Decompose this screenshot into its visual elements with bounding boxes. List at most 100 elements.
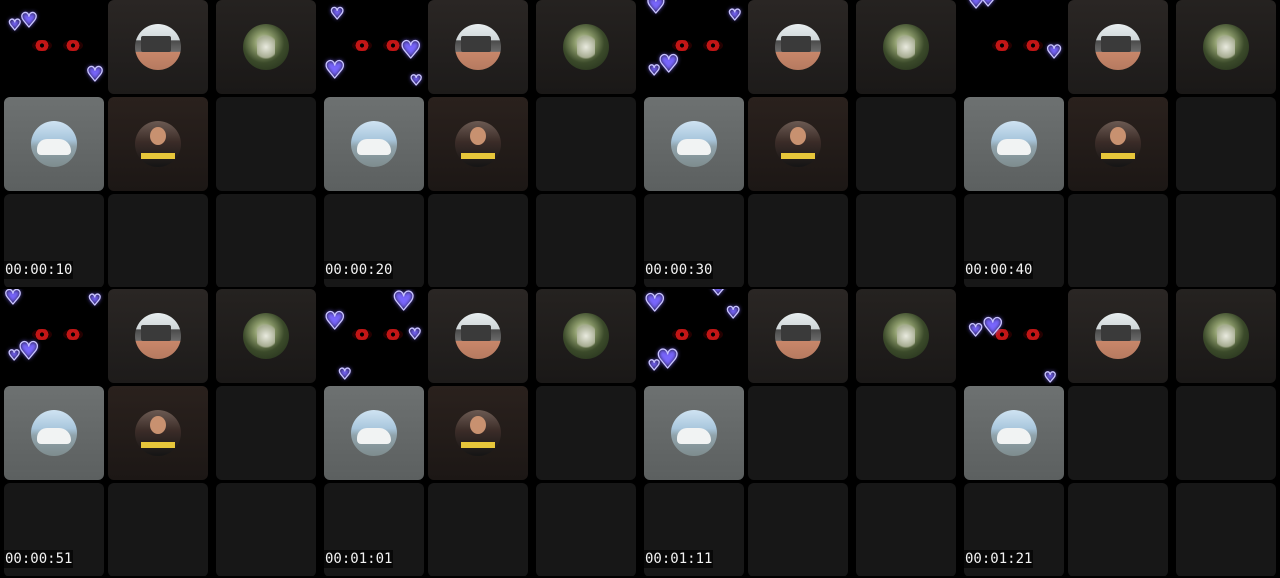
- red-eyes-icon: [992, 40, 1044, 52]
- red-eyes-icon: [32, 40, 84, 52]
- participant-tile-car[interactable]: [324, 97, 424, 191]
- avatar: [455, 121, 501, 167]
- heart-icon: ♥: [3, 289, 22, 309]
- avatar: [243, 313, 289, 359]
- avatar: [1203, 24, 1249, 70]
- heart-icon: ♥: [967, 321, 984, 341]
- participant-tile-man[interactable]: [428, 97, 528, 191]
- participant-tile-truck[interactable]: [1068, 0, 1168, 94]
- heart-icon: ♥: [643, 289, 666, 317]
- participant-tile-car[interactable]: [4, 97, 104, 191]
- empty-tile: [536, 483, 636, 576]
- timestamp: 00:01:01: [324, 550, 394, 568]
- avatar: [455, 313, 501, 359]
- participant-tile-truck[interactable]: [748, 0, 848, 94]
- avatar: [31, 121, 77, 167]
- participant-tile-truck[interactable]: [1068, 289, 1168, 383]
- empty-tile: [108, 483, 208, 576]
- participant-tile-car[interactable]: [644, 97, 744, 191]
- participant-tile-plant[interactable]: [216, 289, 316, 383]
- avatar: [775, 313, 821, 359]
- empty-tile: [748, 194, 848, 287]
- participant-tile-man[interactable]: [108, 97, 208, 191]
- heart-icon: ♥: [981, 313, 1004, 341]
- heart-icon: ♥: [647, 358, 661, 374]
- eyes-tile: ♥ ♥ ♥ ♥: [323, 289, 424, 383]
- participant-tile-car[interactable]: [964, 97, 1064, 191]
- heart-icon: ♥: [323, 307, 346, 335]
- empty-tile: [1068, 386, 1168, 480]
- participant-tile-truck[interactable]: [108, 0, 208, 94]
- empty-tile: [216, 194, 316, 287]
- participant-tile-car[interactable]: [4, 386, 104, 480]
- heart-icon: ♥: [1043, 370, 1057, 386]
- empty-tile: [1176, 194, 1276, 287]
- heart-icon: ♥: [391, 289, 416, 317]
- participant-tile-man[interactable]: [108, 386, 208, 480]
- empty-tile: [856, 194, 956, 287]
- heart-icon: ♥: [329, 4, 345, 23]
- heart-icon: ♥: [709, 289, 727, 300]
- participant-tile-plant[interactable]: [216, 0, 316, 94]
- participant-tile-plant[interactable]: [1176, 289, 1276, 383]
- participant-tile-plant[interactable]: [536, 289, 636, 383]
- participant-tile-plant[interactable]: [856, 289, 956, 383]
- heart-icon: ♥: [7, 16, 22, 34]
- avatar: [883, 313, 929, 359]
- eyes-tile: ♥ ♥ ♥: [964, 289, 1064, 386]
- avatar: [351, 121, 397, 167]
- timestamp: 00:01:11: [644, 550, 714, 568]
- heart-icon: ♥: [1045, 42, 1063, 63]
- frame-8: ♥ ♥ ♥ 00:01:21: [960, 289, 1276, 576]
- participant-tile-truck[interactable]: [108, 289, 208, 383]
- participant-tile-truck[interactable]: [748, 289, 848, 383]
- avatar: [135, 313, 181, 359]
- empty-tile: [856, 483, 956, 576]
- empty-tile: [428, 194, 528, 287]
- eyes-tile: ♥ ♥ ♥ ♥: [323, 0, 424, 94]
- avatar: [563, 24, 609, 70]
- participant-tile-plant[interactable]: [1176, 0, 1276, 94]
- avatar: [775, 24, 821, 70]
- frame-6: ♥ ♥ ♥ ♥ 00:01:01: [320, 289, 636, 576]
- participant-tile-plant[interactable]: [856, 0, 956, 94]
- participant-tile-plant[interactable]: [536, 0, 636, 94]
- avatar: [991, 121, 1037, 167]
- avatar: [243, 24, 289, 70]
- red-eyes-icon: [672, 329, 724, 341]
- red-eyes-icon: [352, 40, 404, 52]
- participant-tile-truck[interactable]: [428, 0, 528, 94]
- participant-tile-man[interactable]: [1068, 97, 1168, 191]
- frame-2: ♥ ♥ ♥ ♥ 00:00:20: [320, 0, 636, 287]
- avatar: [775, 121, 821, 167]
- empty-tile: [216, 483, 316, 576]
- timestamp: 00:00:30: [644, 261, 714, 279]
- frame-4: ♥ ♥ ♥ 00:00:40: [960, 0, 1276, 287]
- timestamp: 00:00:40: [964, 261, 1034, 279]
- avatar: [351, 410, 397, 456]
- participant-tile-truck[interactable]: [428, 289, 528, 383]
- red-eyes-icon: [352, 329, 404, 341]
- participant-tile-car[interactable]: [964, 386, 1064, 480]
- empty-tile: [1068, 483, 1168, 576]
- avatar: [135, 410, 181, 456]
- participant-tile-man[interactable]: [748, 97, 848, 191]
- heart-icon: ♥: [657, 50, 680, 78]
- empty-tile: [216, 386, 316, 480]
- empty-tile: [1068, 194, 1168, 287]
- avatar: [883, 24, 929, 70]
- eyes-tile: ♥ ♥ ♥ ♥ ♥: [643, 289, 744, 383]
- eyes-tile: ♥ ♥ ♥ ♥: [644, 0, 744, 94]
- participant-tile-car[interactable]: [324, 386, 424, 480]
- participant-tile-car[interactable]: [644, 386, 744, 480]
- empty-tile: [536, 386, 636, 480]
- avatar: [671, 121, 717, 167]
- timestamp: 00:00:20: [324, 261, 394, 279]
- heart-icon: ♥: [979, 0, 997, 11]
- participant-tile-man[interactable]: [428, 386, 528, 480]
- avatar: [991, 410, 1037, 456]
- frame-1: ♥ ♥ ♥ 00:00:10: [0, 0, 316, 287]
- timestamp: 00:00:51: [4, 550, 74, 568]
- avatar: [135, 24, 181, 70]
- empty-tile: [1176, 386, 1276, 480]
